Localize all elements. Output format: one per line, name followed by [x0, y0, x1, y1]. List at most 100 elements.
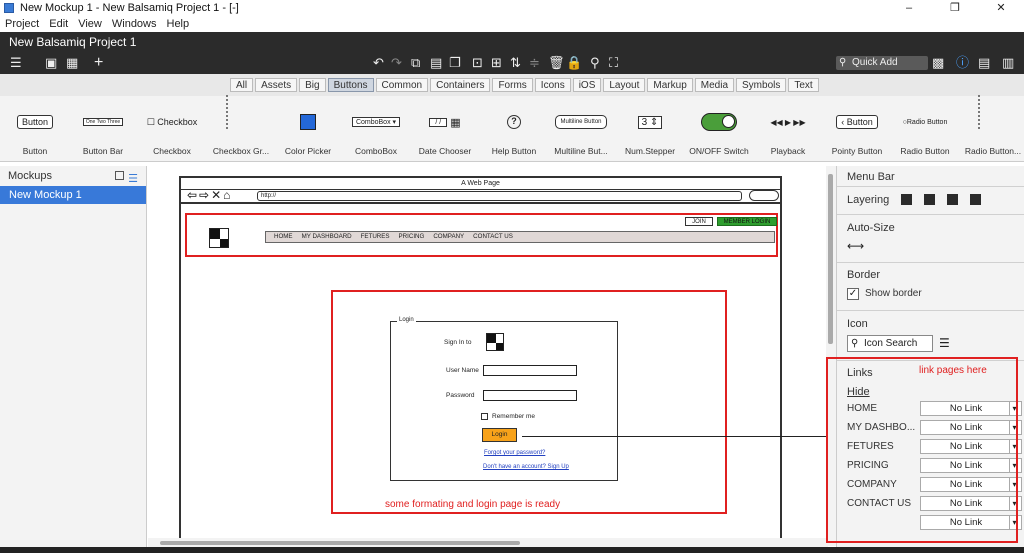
component-help-button[interactable]: ? Help Button — [479, 96, 549, 162]
redo-icon[interactable]: ↷ — [391, 54, 402, 72]
thumbnail-view-icon[interactable] — [115, 171, 124, 180]
mockup-canvas[interactable]: A Web Page ⇦⇨✕⌂ http:// JOIN MEMBER LOGI… — [148, 166, 828, 539]
app-icon — [4, 3, 14, 13]
filter-tab-buttons[interactable]: Buttons — [327, 78, 374, 92]
filter-tab-text[interactable]: Text — [788, 78, 819, 92]
filter-tab-big[interactable]: Big — [299, 78, 326, 92]
list-view-icon[interactable]: ☰ — [128, 169, 138, 189]
send-to-back-icon[interactable] — [970, 194, 981, 205]
info-icon[interactable]: ⓘ — [956, 54, 969, 72]
show-border-label: Show border — [865, 288, 922, 299]
image-icon[interactable]: ▩ — [932, 54, 944, 72]
component-on-off-switch[interactable]: ON/OFF Switch — [684, 96, 754, 162]
nav-item-company[interactable]: COMPANY — [433, 232, 464, 242]
bring-to-front-icon[interactable] — [901, 194, 912, 205]
component-checkbox-group[interactable]: Checkbox Gr... — [206, 95, 276, 162]
align-icon[interactable]: ≑ — [529, 54, 540, 72]
menu-edit[interactable]: Edit — [44, 18, 73, 30]
send-backward-icon[interactable] — [947, 194, 958, 205]
lock-icon[interactable]: 🔒 — [566, 54, 582, 72]
filter-tab-markup[interactable]: Markup — [647, 78, 693, 92]
single-pane-icon[interactable]: ▣ — [45, 54, 57, 72]
arrange-icon[interactable]: ⇅ — [510, 54, 521, 72]
browser-search-field[interactable] — [749, 190, 779, 201]
nav-item-fetures[interactable]: FETURES — [361, 232, 390, 242]
ungroup-icon[interactable]: ⊞ — [491, 54, 502, 72]
delete-icon[interactable]: 🗑 — [548, 54, 565, 72]
show-border-checkbox[interactable]: ✓ — [847, 288, 859, 300]
scrollbar-thumb[interactable] — [828, 174, 833, 344]
icon-search-input[interactable]: ⚲ Icon Search — [847, 335, 933, 352]
auto-size-icon[interactable]: ⟷ — [847, 239, 864, 253]
component-pointy-button[interactable]: ‹ Button Pointy Button — [822, 96, 892, 162]
component-color-picker[interactable]: Color Picker — [273, 96, 343, 162]
forgot-password-link[interactable]: Forgot your password? — [484, 450, 545, 456]
filter-tab-icons[interactable]: Icons — [534, 78, 571, 92]
filter-tab-media[interactable]: Media — [694, 78, 735, 92]
component-radio-button-group[interactable]: Radio Button... — [958, 95, 1024, 162]
copy-icon[interactable]: ⧉ — [411, 54, 420, 72]
menu-project[interactable]: Project — [0, 18, 44, 30]
remember-checkbox[interactable] — [481, 413, 488, 420]
num-stepper-value: 3 — [641, 116, 648, 128]
remember-label: Remember me — [492, 413, 535, 420]
bring-forward-icon[interactable] — [924, 194, 935, 205]
undo-icon[interactable]: ↶ — [373, 54, 384, 72]
url-field[interactable]: http:// — [257, 191, 742, 201]
username-label: User Name — [446, 367, 479, 374]
component-combobox[interactable]: ComboBox ▾ ComboBox — [341, 96, 411, 162]
group-icon[interactable]: ⊡ — [472, 54, 483, 72]
num-stepper-preview: 3 ⇕ — [637, 115, 663, 129]
mockup-list-item[interactable]: New Mockup 1 — [0, 186, 146, 204]
nav-item-dashboard[interactable]: MY DASHBOARD — [302, 232, 352, 242]
menu-icon[interactable]: ☰ — [10, 54, 22, 72]
nav-item-pricing[interactable]: PRICING — [399, 232, 425, 242]
username-input[interactable] — [483, 365, 577, 376]
close-button[interactable]: ✕ — [978, 0, 1024, 16]
panel-toggle-icon[interactable]: ▥ — [1002, 54, 1014, 72]
window-controls: – ❐ ✕ — [886, 0, 1024, 16]
nav-item-home[interactable]: HOME — [274, 232, 293, 242]
filter-tab-ios[interactable]: iOS — [572, 78, 602, 92]
search-icon[interactable]: ⚲ — [590, 54, 600, 72]
filter-tab-assets[interactable]: Assets — [255, 78, 298, 92]
filter-tab-forms[interactable]: Forms — [492, 78, 533, 92]
join-button[interactable]: JOIN — [685, 217, 713, 226]
menu-help[interactable]: Help — [162, 18, 195, 30]
member-login-button[interactable]: MEMBER LOGIN — [717, 217, 777, 226]
logo-placeholder — [486, 333, 504, 351]
component-date-chooser[interactable]: / / ▦ Date Chooser — [410, 96, 480, 162]
add-icon[interactable]: + — [94, 54, 103, 72]
password-input[interactable] — [483, 390, 577, 401]
filter-tab-layout[interactable]: Layout — [603, 78, 646, 92]
notes-icon[interactable]: ▤ — [978, 54, 990, 72]
icon-list-icon[interactable]: ☰ — [939, 336, 950, 350]
component-radio-button[interactable]: ○Radio Button Radio Button — [890, 96, 960, 162]
signup-link[interactable]: Don't have an account? Sign Up — [483, 464, 569, 470]
menu-view[interactable]: View — [73, 18, 107, 30]
login-fieldset[interactable]: Login Sign In to User Name Password Reme… — [390, 317, 618, 481]
filter-tab-symbols[interactable]: Symbols — [736, 78, 787, 92]
paste-icon[interactable]: ▤ — [430, 54, 442, 72]
component-button[interactable]: Button Button — [0, 96, 70, 162]
minimize-button[interactable]: – — [886, 0, 932, 16]
fullscreen-icon[interactable]: ⛶ — [609, 54, 618, 72]
maximize-button[interactable]: ❐ — [932, 0, 978, 16]
menu-bar-mockup[interactable]: HOME MY DASHBOARD FETURES PRICING COMPAN… — [265, 231, 775, 243]
component-button-bar[interactable]: One Two Three Button Bar — [68, 96, 138, 162]
duplicate-icon[interactable]: ❐ — [449, 54, 461, 72]
browser-window-mockup[interactable]: A Web Page ⇦⇨✕⌂ http:// JOIN MEMBER LOGI… — [179, 176, 782, 539]
quick-add-input[interactable]: ⚲ Quick Add — [836, 56, 928, 70]
component-checkbox[interactable]: ☐ Checkbox Checkbox — [137, 96, 207, 162]
filter-tab-all[interactable]: All — [230, 78, 254, 92]
scrollbar-thumb[interactable] — [160, 541, 520, 545]
component-multiline-button[interactable]: Multiline Button Multiline But... — [546, 96, 616, 162]
filter-tab-common[interactable]: Common — [375, 78, 429, 92]
menu-windows[interactable]: Windows — [107, 18, 162, 30]
login-button[interactable]: Login — [482, 428, 517, 442]
nav-item-contact[interactable]: CONTACT US — [473, 232, 513, 242]
component-playback[interactable]: ◀◀ ▶ ▶▶ Playback — [753, 96, 823, 162]
grid-icon[interactable]: ▦ — [66, 54, 78, 72]
filter-tab-containers[interactable]: Containers — [430, 78, 491, 92]
component-num-stepper[interactable]: 3 ⇕ Num.Stepper — [615, 96, 685, 162]
